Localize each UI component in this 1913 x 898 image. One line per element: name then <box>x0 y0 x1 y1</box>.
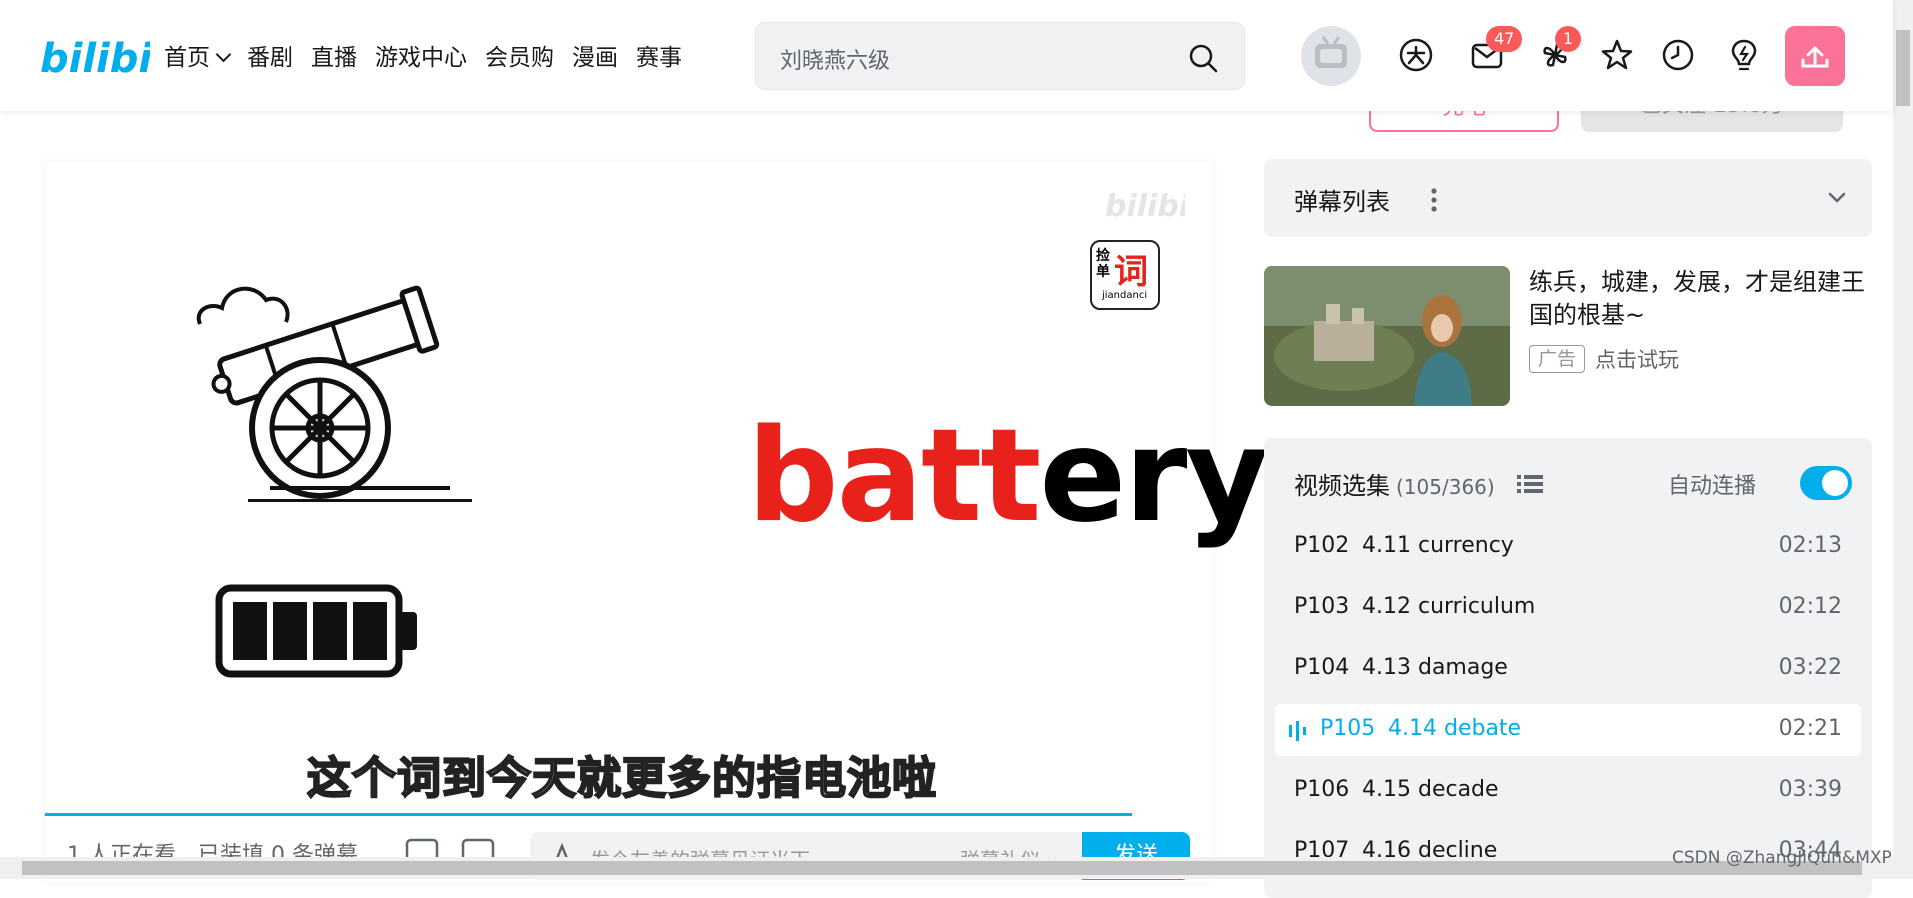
svg-text:bilibili: bilibili <box>40 36 150 82</box>
search-input[interactable]: 刘晓燕六级 <box>780 43 890 75</box>
bilibili-logo[interactable]: bilibili <box>40 28 150 84</box>
dynamic-badge: 1 <box>1555 26 1581 52</box>
horizontal-scrollbar[interactable] <box>0 857 1893 879</box>
tv-avatar-icon <box>1315 36 1347 68</box>
autoplay-toggle[interactable] <box>1800 466 1852 500</box>
video-player[interactable]: bilibili 捡单 词 jiandanci bat <box>45 162 1269 882</box>
episode-count: (105/366) <box>1396 475 1495 499</box>
nav-anime[interactable]: 番剧 <box>247 38 293 72</box>
nav-mall[interactable]: 会员购 <box>485 38 554 72</box>
top-header: bilibili 首页 番剧 直播 游戏中心 会员购 漫画 赛事 刘晓燕六级 4… <box>0 0 1893 111</box>
progress-bar[interactable] <box>45 813 1132 816</box>
vertical-scroll-thumb[interactable] <box>1896 30 1910 106</box>
horizontal-scroll-thumb[interactable] <box>22 861 1862 875</box>
chevron-down-icon <box>215 46 232 63</box>
more-vertical-icon[interactable] <box>1428 185 1440 215</box>
search-icon[interactable] <box>1188 43 1218 73</box>
list-view-icon[interactable] <box>1517 473 1543 495</box>
upload-icon <box>1801 46 1829 68</box>
bilibili-watermark-logo: bilibili <box>1105 189 1185 224</box>
ad-title[interactable]: 练兵，城建，发展，才是组建王国的根基~ <box>1529 266 1869 332</box>
nav-game-center[interactable]: 游戏中心 <box>375 38 467 72</box>
ad-tag: 广告 <box>1529 345 1586 373</box>
episode-list-title: 视频选集 (105/366) <box>1294 472 1495 500</box>
nav-esports[interactable]: 赛事 <box>636 38 682 72</box>
battery-illustration <box>215 584 417 678</box>
user-avatar[interactable] <box>1301 26 1361 86</box>
svg-text:bilibili: bilibili <box>1105 189 1185 224</box>
search-box[interactable]: 刘晓燕六级 <box>755 22 1245 90</box>
episode-item[interactable]: P102 4.11 currency 02:13 <box>1264 521 1872 573</box>
video-subtitle: 这个词到今天就更多的指电池啦 <box>306 752 937 805</box>
danmaku-list-header[interactable]: 弹幕列表 <box>1264 159 1872 237</box>
history-clock-icon[interactable] <box>1658 35 1698 75</box>
episode-item[interactable]: P103 4.12 curriculum 02:12 <box>1264 582 1872 634</box>
creative-bulb-icon[interactable] <box>1724 35 1764 75</box>
upload-button[interactable] <box>1785 26 1845 86</box>
playing-wave-icon <box>1289 721 1306 741</box>
main-nav: 首页 番剧 直播 游戏中心 会员购 漫画 赛事 <box>164 38 682 72</box>
chevron-down-icon[interactable] <box>1826 187 1848 209</box>
nav-home[interactable]: 首页 <box>164 38 232 72</box>
episode-item-active[interactable]: P105 4.14 debate 02:21 <box>1275 704 1861 756</box>
danmaku-list-title: 弹幕列表 <box>1294 188 1390 216</box>
cannon-illustration <box>196 285 472 502</box>
nav-live[interactable]: 直播 <box>311 38 357 72</box>
ad-try-link[interactable]: 点击试玩 <box>1595 344 1679 374</box>
ad-game-image <box>1264 266 1510 406</box>
vocabulary-word: battery <box>747 402 1269 551</box>
vip-icon[interactable] <box>1396 35 1436 75</box>
episode-item[interactable]: P106 4.15 decade 03:39 <box>1264 765 1872 817</box>
csdn-watermark: CSDN @ZhangJiQun&MXP <box>1672 848 1892 868</box>
message-badge: 47 <box>1486 26 1523 52</box>
favorite-star-icon[interactable] <box>1597 35 1637 75</box>
autoplay-label: 自动连播 <box>1667 474 1756 499</box>
ad-thumbnail[interactable] <box>1264 266 1510 406</box>
nav-manga[interactable]: 漫画 <box>572 38 618 72</box>
episode-list: 视频选集 (105/366) 自动连播 P102 4.11 currency 02… <box>1264 438 1872 898</box>
jiandanci-logo: 捡单 词 jiandanci <box>1090 240 1160 310</box>
episode-item[interactable]: P104 4.13 damage 03:22 <box>1264 643 1872 695</box>
vertical-scrollbar[interactable] <box>1893 0 1913 879</box>
